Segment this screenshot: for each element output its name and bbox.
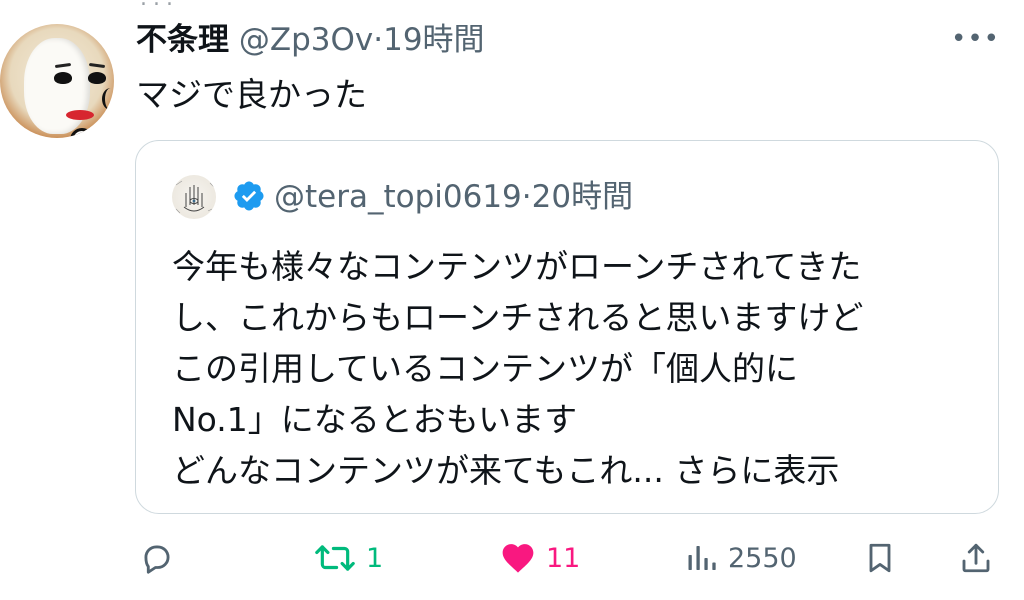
heart-icon <box>498 539 538 577</box>
views-button[interactable]: 2550 <box>684 532 797 584</box>
views-icon <box>684 539 720 577</box>
views-count: 2550 <box>728 542 797 574</box>
quoted-line: 今年も様々なコンテンツがローンチされてきた <box>172 247 862 286</box>
more-options-icon[interactable]: ••• <box>951 24 1000 54</box>
quoted-tweet-text: 今年も様々なコンテンツがローンチされてきた し、これからもローンチされると思いま… <box>172 241 972 496</box>
quoted-tweet-card[interactable]: @tera_topi0619·20時間 今年も様々なコンテンツがローンチされてき… <box>135 140 999 514</box>
retweet-icon <box>312 539 358 577</box>
tweet-screen: ... 不条理 @Zp3Ov·19時間 ••• マジで良かった <box>0 0 1024 600</box>
retweet-button[interactable]: 1 <box>312 532 383 584</box>
quoted-line: どんなコンテンツが来てもこれ... <box>172 451 664 490</box>
bookmark-icon <box>862 539 898 577</box>
palm-eye-avatar-icon[interactable] <box>172 175 216 219</box>
quoted-handle[interactable]: @tera_topi0619 <box>274 179 522 215</box>
retweet-count: 1 <box>366 542 384 574</box>
quoted-line: この引用しているコンテンツが「個人的に <box>172 349 799 388</box>
author-avatar[interactable] <box>0 24 114 138</box>
author-name[interactable]: 不条理 <box>136 22 229 58</box>
action-bar: 1 11 2550 <box>0 532 1024 584</box>
show-more-link[interactable]: さらに表示 <box>674 451 839 490</box>
like-button[interactable]: 11 <box>498 532 580 584</box>
header-separator: · <box>373 22 384 58</box>
quoted-line: し、これからもローンチされると思いますけど <box>172 298 864 337</box>
verified-badge-icon <box>232 179 266 225</box>
like-count: 11 <box>546 542 581 574</box>
share-button[interactable] <box>958 532 994 584</box>
quoted-separator: · <box>521 179 532 215</box>
tweet-header: 不条理 @Zp3Ov·19時間 <box>136 18 485 62</box>
cut-off-previous-text: ... <box>140 0 179 11</box>
quoted-line: No.1」になるとおもいます <box>172 400 578 439</box>
tweet-text: マジで良かった <box>136 75 367 114</box>
mask-avatar-icon <box>24 38 106 138</box>
quoted-tweet-header: @tera_topi0619·20時間 <box>232 175 633 225</box>
bookmark-button[interactable] <box>862 532 898 584</box>
author-handle[interactable]: @Zp3Ov <box>239 22 373 58</box>
share-icon <box>958 539 994 577</box>
quoted-time[interactable]: 20時間 <box>532 179 633 215</box>
quoted-last-line: どんなコンテンツが来てもこれ... さらに表示 <box>172 445 972 496</box>
tweet-time[interactable]: 19時間 <box>383 22 484 58</box>
reply-button[interactable] <box>138 532 176 584</box>
reply-icon <box>138 539 176 577</box>
